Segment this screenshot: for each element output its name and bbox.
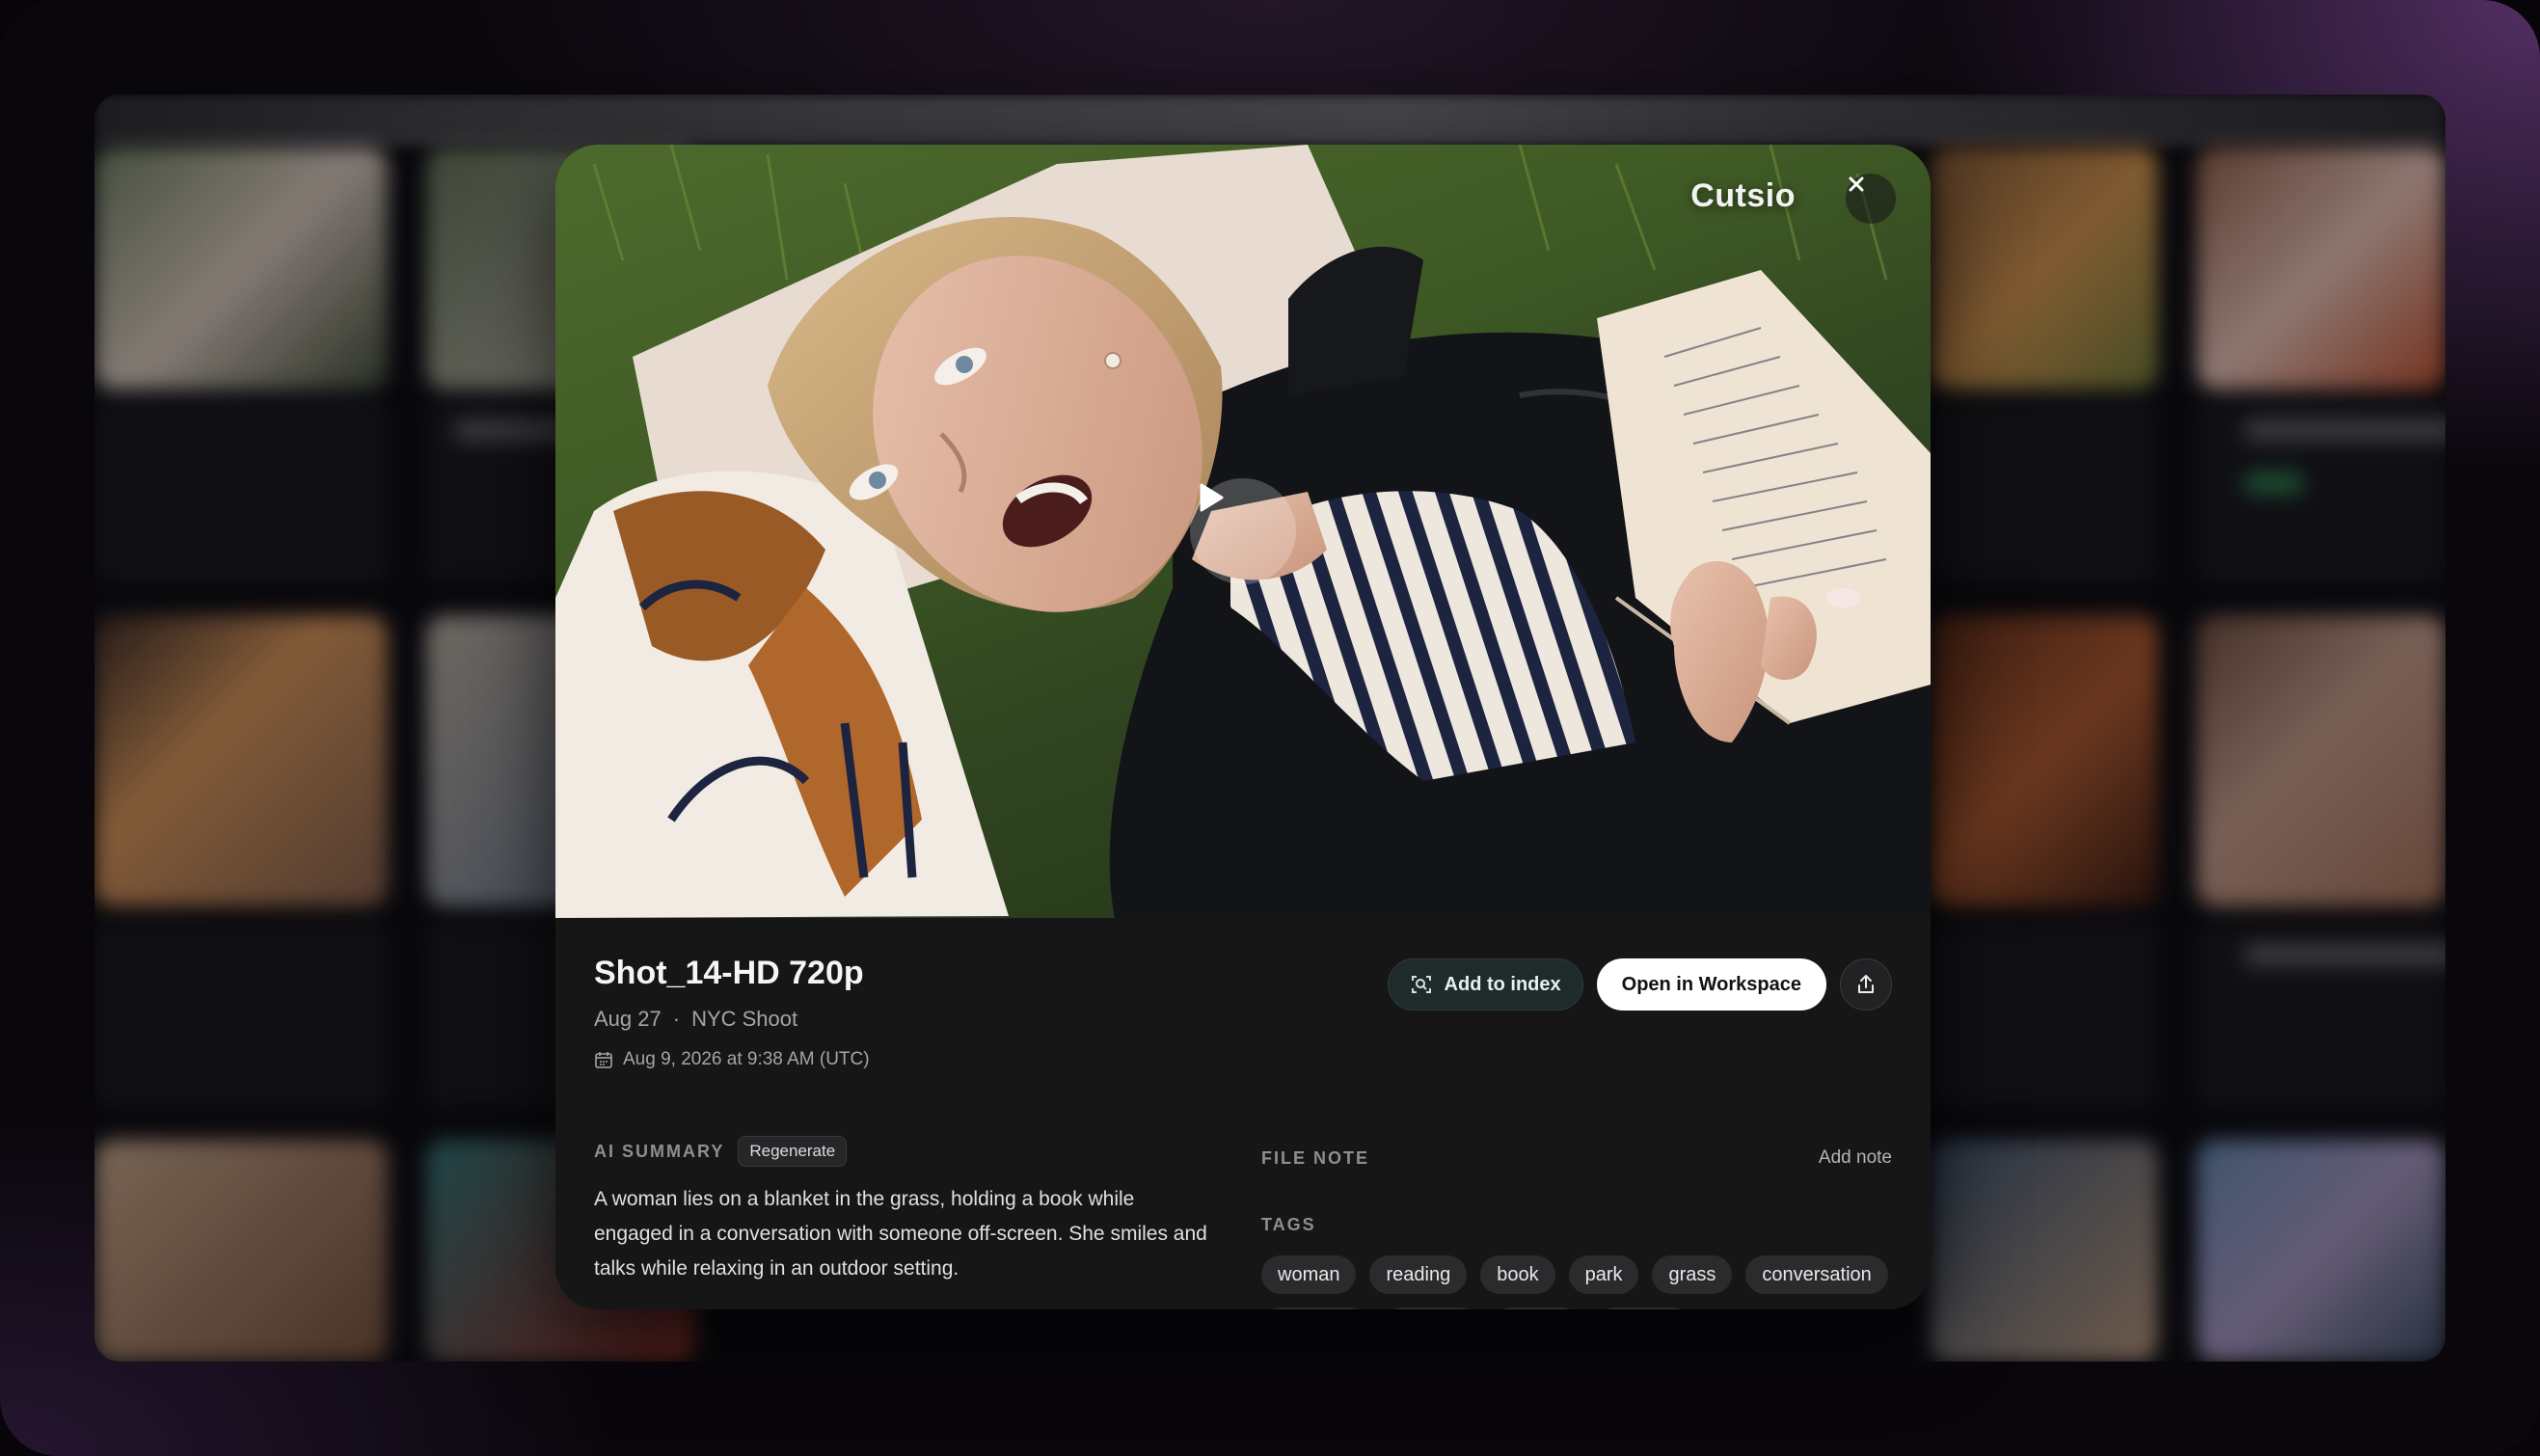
device-frame: Cutsio Shot_14-HD 720p Aug 27 · NYC Shoo… — [0, 0, 2540, 1456]
file-note-header: FILE NOTE Add note — [1261, 1147, 1892, 1169]
tag-outdoors[interactable]: outdoors — [1261, 1308, 1369, 1309]
ai-summary-text: A woman lies on a blanket in the grass, … — [594, 1188, 1207, 1280]
open-in-workspace-button[interactable]: Open in Workspace — [1596, 958, 1826, 1011]
timestamp-text: Aug 9, 2026 at 9:38 AM (UTC) — [623, 1049, 870, 1069]
scan-icon — [1411, 976, 1431, 993]
ai-summary-label: AI SUMMARY — [594, 1141, 725, 1161]
video-preview[interactable]: Cutsio — [555, 145, 1931, 918]
media-title: Shot_14-HD 720p — [594, 955, 864, 991]
add-note-button[interactable]: Add note — [1819, 1147, 1892, 1169]
shoot-date: Aug 27 — [594, 1007, 662, 1031]
tags-label: TAGS — [1261, 1215, 1316, 1234]
tag-conversation[interactable]: conversation — [1745, 1255, 1888, 1294]
tag-book[interactable]: book — [1480, 1255, 1555, 1294]
media-timestamp: Aug 9, 2026 at 9:38 AM (UTC) — [594, 1049, 870, 1070]
tag-relaxed[interactable]: relaxed — [1382, 1308, 1479, 1309]
regenerate-button[interactable]: Regenerate — [738, 1136, 848, 1167]
action-bar: Add to index Open in Workspace — [1387, 958, 1892, 1011]
media-detail-modal: Cutsio Shot_14-HD 720p Aug 27 · NYC Shoo… — [555, 145, 1931, 1309]
shoot-name: NYC Shoot — [691, 1007, 798, 1031]
media-subtitle: Aug 27 · NYC Shoot — [594, 1007, 797, 1032]
tag-lifestyle[interactable]: lifestyle — [1595, 1308, 1693, 1309]
play-button[interactable] — [1190, 478, 1296, 584]
tag-woman[interactable]: woman — [1261, 1255, 1357, 1294]
add-to-index-label: Add to index — [1444, 973, 1561, 995]
close-icon — [1849, 176, 1864, 192]
add-to-index-button[interactable]: Add to index — [1387, 958, 1583, 1011]
tag-grass[interactable]: grass — [1652, 1255, 1733, 1294]
brand-logo: Cutsio — [1690, 177, 1796, 214]
share-icon — [1858, 975, 1874, 993]
file-note-label: FILE NOTE — [1261, 1147, 1369, 1168]
tag-leisure[interactable]: leisure — [1492, 1308, 1582, 1309]
calendar-icon — [595, 1052, 612, 1068]
tag-list: woman reading book park grass conversati… — [1261, 1255, 1917, 1309]
tag-park[interactable]: park — [1568, 1255, 1639, 1294]
share-button[interactable] — [1840, 958, 1892, 1011]
tag-reading[interactable]: reading — [1369, 1255, 1468, 1294]
play-icon — [1200, 483, 1224, 512]
close-button[interactable] — [1846, 174, 1896, 224]
media-info-panel: Shot_14-HD 720p Aug 27 · NYC Shoot Aug 9… — [555, 918, 1931, 1309]
ai-summary-header: AI SUMMARY Regenerate — [594, 1136, 848, 1167]
meta-separator: · — [672, 1007, 681, 1031]
